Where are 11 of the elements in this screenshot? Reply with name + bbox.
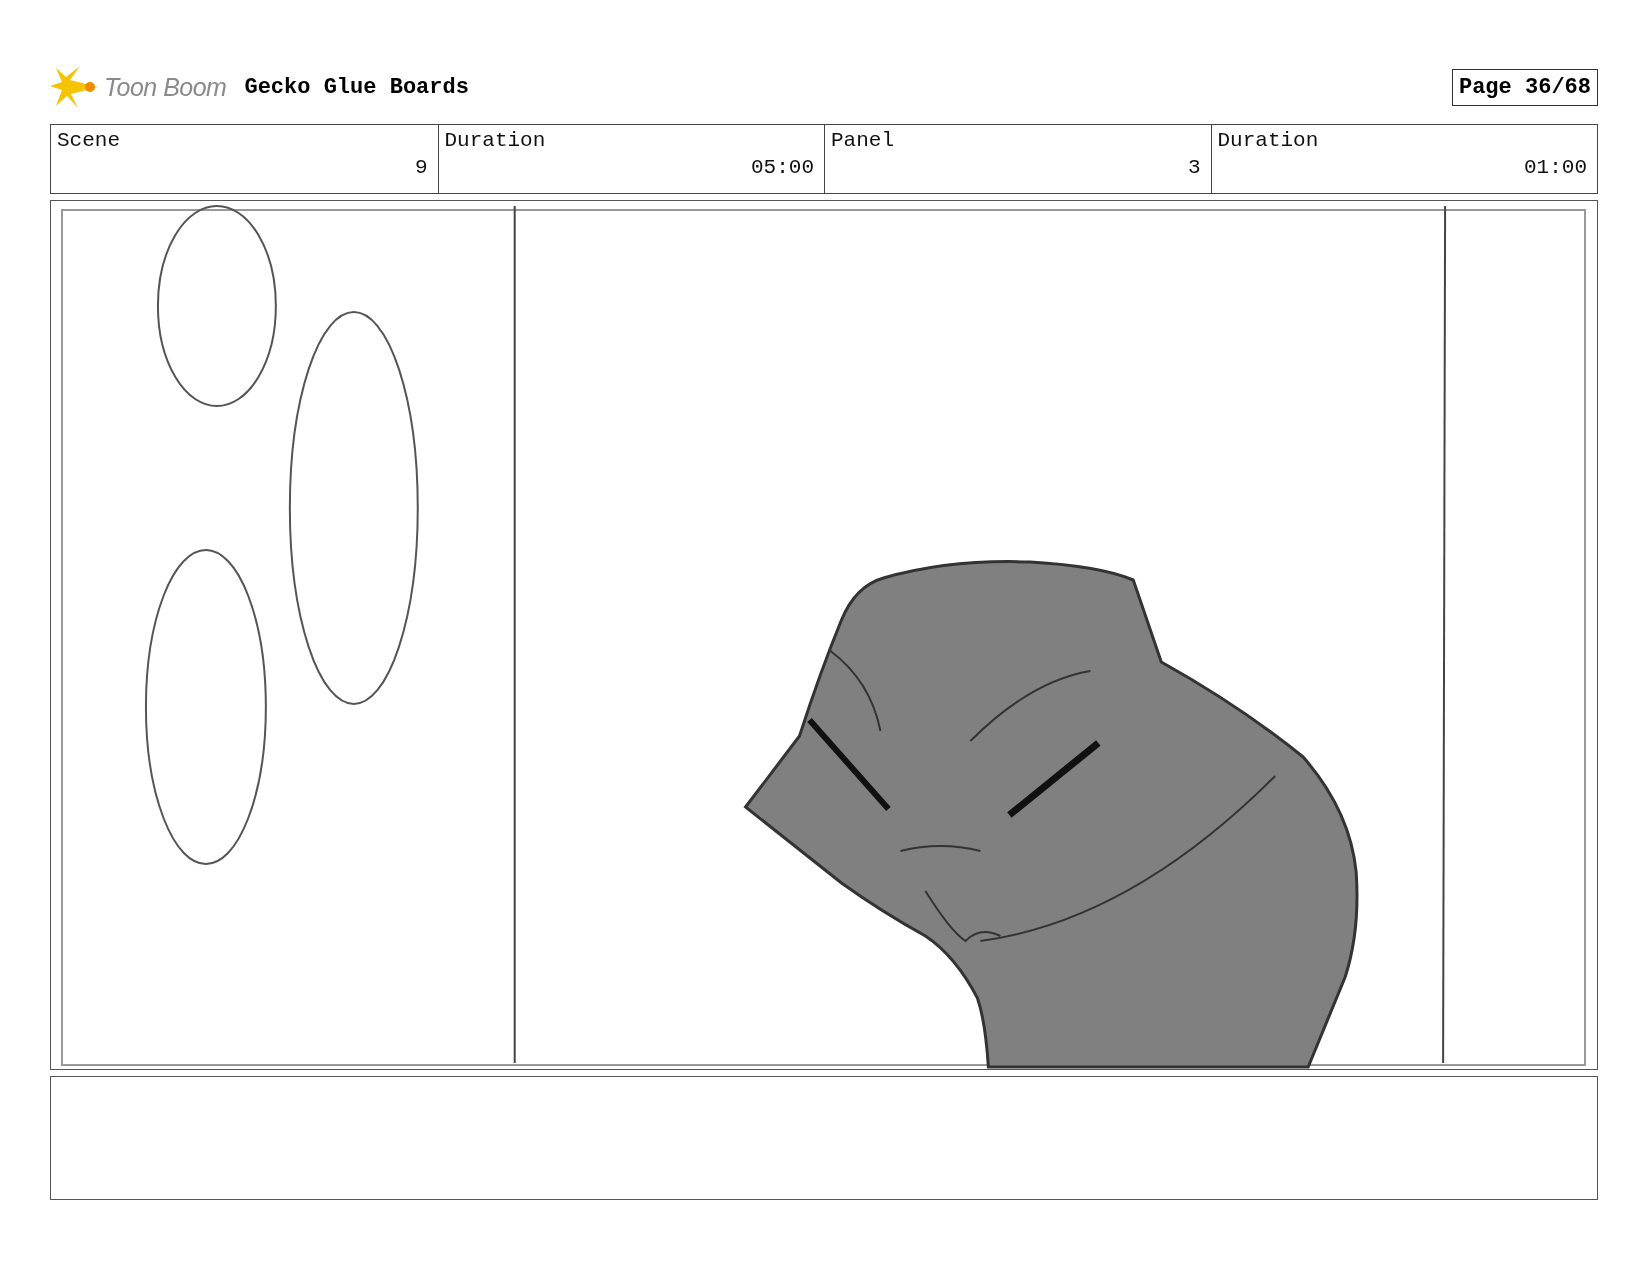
field-label: Duration bbox=[444, 129, 547, 152]
field-value: 05:00 bbox=[751, 156, 814, 179]
field-value: 9 bbox=[414, 156, 428, 179]
field-value: 3 bbox=[1187, 156, 1201, 179]
logo-text: Toon Boom bbox=[104, 72, 227, 102]
field-value: 01:00 bbox=[1524, 156, 1587, 179]
field-label: Panel bbox=[831, 129, 895, 152]
field-label: Scene bbox=[57, 129, 121, 152]
field-label: Duration bbox=[1217, 129, 1320, 152]
project-title: Gecko Glue Boards bbox=[244, 74, 469, 100]
page-number: Page 36/68 bbox=[1451, 68, 1598, 106]
